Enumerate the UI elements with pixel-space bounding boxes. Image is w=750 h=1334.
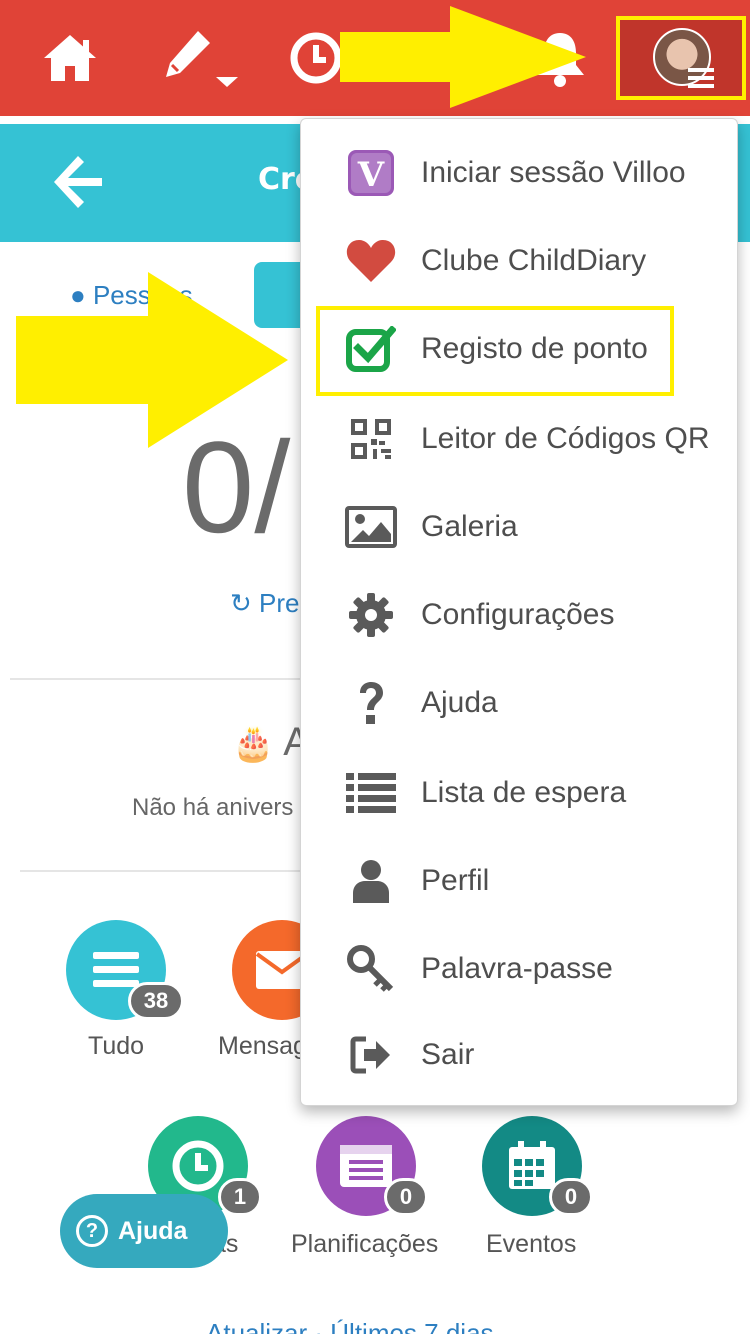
- image-icon: [343, 499, 399, 555]
- shortcut-all-label: Tudo: [88, 1032, 145, 1060]
- qr-code-icon: [343, 411, 399, 467]
- menu-item-password[interactable]: Palavra-passe: [301, 925, 739, 1013]
- menu-item-villoo[interactable]: V Iniciar sessão Villoo: [301, 129, 739, 217]
- hamburger-icon: [688, 66, 716, 94]
- villoo-icon: V: [343, 145, 399, 201]
- heart-icon: [343, 233, 399, 289]
- calendar-icon: [509, 1141, 555, 1189]
- refresh-icon: ↻: [230, 588, 252, 618]
- menu-item-label: Clube ChildDiary: [421, 244, 647, 277]
- birthdays-heading: 🎂 A: [232, 720, 310, 765]
- profile-menu-button[interactable]: [616, 16, 746, 100]
- clock-icon: [172, 1140, 224, 1192]
- svg-text:V: V: [357, 155, 385, 195]
- shortcut-messages-label: Mensag: [218, 1032, 307, 1060]
- update-link[interactable]: Atualizar · Últimos 7 dias: [206, 1318, 494, 1334]
- user-icon: [343, 853, 399, 909]
- back-arrow-icon[interactable]: [50, 150, 106, 214]
- menu-item-qr-reader[interactable]: Leitor de Códigos QR: [301, 395, 739, 483]
- question-circle-icon: ?: [76, 1215, 108, 1247]
- annotation-arrow-top: [338, 4, 588, 114]
- menu-item-gallery[interactable]: Galeria: [301, 483, 739, 571]
- top-navigation-bar: [0, 0, 750, 116]
- clock-icon[interactable]: [286, 28, 346, 88]
- profile-dropdown-menu: V Iniciar sessão Villoo Clube ChildDiary…: [300, 118, 738, 1106]
- menu-item-club[interactable]: Clube ChildDiary: [301, 217, 739, 305]
- menu-item-label: Galeria: [421, 510, 518, 543]
- edit-pencil-icon[interactable]: [160, 28, 240, 88]
- attendance-counter: 0/: [182, 414, 291, 560]
- menu-item-label: Iniciar sessão Villoo: [421, 156, 686, 189]
- badge-attendance: 1: [218, 1178, 262, 1216]
- menu-item-label: Lista de espera: [421, 776, 627, 809]
- menu-item-label: Sair: [421, 1038, 475, 1071]
- menu-item-label: Leitor de Códigos QR: [421, 422, 710, 455]
- birthday-cake-icon: 🎂: [232, 725, 275, 763]
- divider: [10, 678, 300, 680]
- list-icon: [93, 952, 139, 987]
- menu-item-profile[interactable]: Perfil: [301, 837, 739, 925]
- key-icon: [343, 941, 399, 997]
- question-icon: [343, 675, 399, 731]
- badge-all: 38: [128, 982, 184, 1020]
- menu-item-label: Perfil: [421, 864, 490, 897]
- gear-icon: [343, 587, 399, 643]
- shortcut-planning-label: Planificações: [291, 1230, 439, 1258]
- badge-planning: 0: [384, 1178, 428, 1216]
- shortcut-events-label: Eventos: [486, 1230, 577, 1258]
- menu-item-logout[interactable]: Sair: [301, 1011, 739, 1099]
- help-button[interactable]: ? Ajuda: [60, 1194, 228, 1268]
- badge-events: 0: [549, 1178, 593, 1216]
- home-icon[interactable]: [40, 28, 100, 88]
- menu-item-settings[interactable]: Configurações: [301, 571, 739, 659]
- menu-item-label: Palavra-passe: [421, 952, 613, 985]
- menu-item-label: Ajuda: [421, 686, 498, 719]
- divider: [20, 870, 300, 872]
- menu-item-help[interactable]: Ajuda: [301, 659, 739, 747]
- menu-item-waitlist[interactable]: Lista de espera: [301, 749, 739, 837]
- sign-out-icon: [343, 1027, 399, 1083]
- planning-icon: [340, 1145, 392, 1187]
- annotation-highlight-box: [316, 306, 674, 396]
- no-birthdays-text: Não há anivers: [132, 794, 294, 821]
- help-button-label: Ajuda: [118, 1216, 188, 1245]
- refresh-link[interactable]: ↻ Pre: [230, 588, 300, 619]
- menu-item-label: Configurações: [421, 598, 615, 631]
- list-icon: [343, 765, 399, 821]
- refresh-label: Pre: [259, 588, 300, 618]
